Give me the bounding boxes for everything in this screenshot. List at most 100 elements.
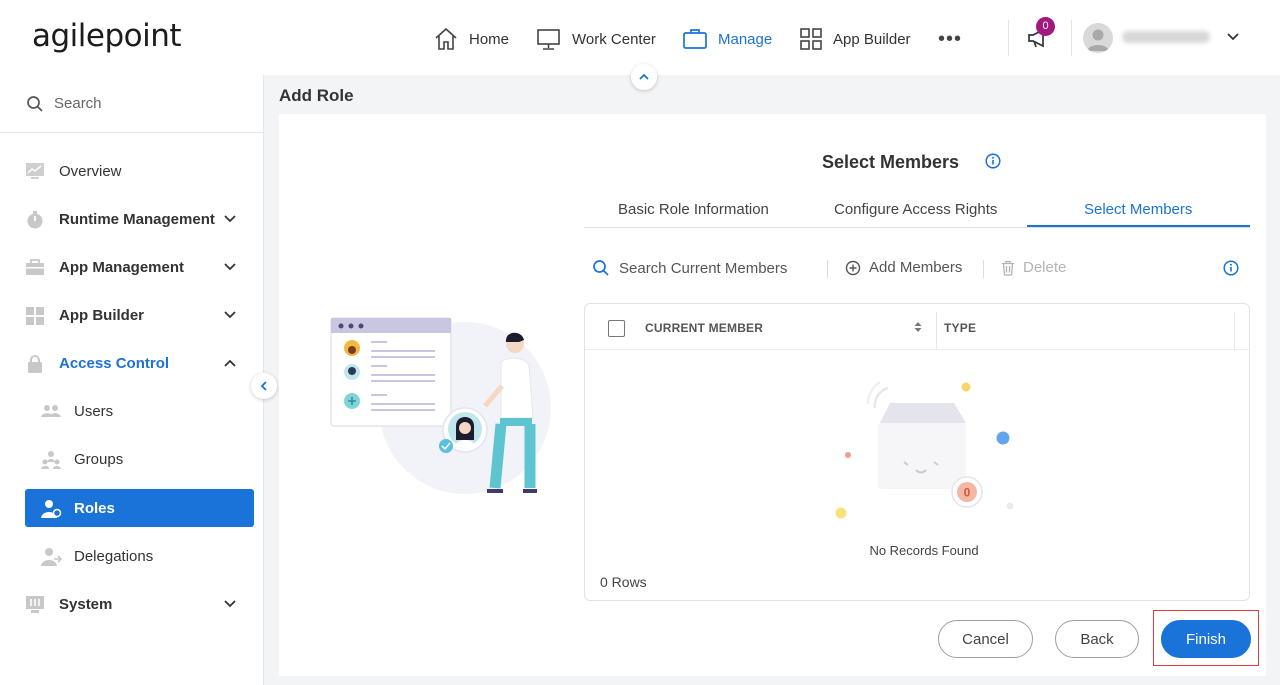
sidebar-item-users[interactable]: Users: [0, 392, 263, 430]
sidebar-item-label: System: [59, 596, 113, 613]
nav-app-builder-label: App Builder: [833, 30, 911, 48]
column-header-current-member[interactable]: CURRENT MEMBER: [645, 321, 763, 335]
grid-header: CURRENT MEMBER TYPE: [585, 304, 1249, 350]
sidebar-item-label: Runtime Management: [59, 211, 215, 228]
members-illustration: [330, 317, 551, 494]
plus-circle-icon: [845, 260, 861, 275]
lock-icon: [28, 355, 42, 373]
column-divider: [1234, 312, 1235, 349]
info-icon[interactable]: [1223, 260, 1239, 276]
active-tab-indicator: [1027, 225, 1250, 227]
tab-configure-access-rights[interactable]: Configure Access Rights: [834, 201, 997, 218]
tab-select-members[interactable]: Select Members: [1084, 201, 1192, 218]
members-grid: CURRENT MEMBER TYPE 0 No Records Found 0…: [584, 303, 1250, 601]
sidebar-item-label: App Management: [59, 259, 185, 276]
collapse-sidebar-button[interactable]: [251, 373, 277, 399]
sidebar-item-access-control[interactable]: Access Control: [0, 344, 263, 382]
column-divider: [936, 312, 937, 349]
monitor-icon: [537, 29, 560, 50]
chevron-left-icon: [260, 381, 267, 391]
sidebar: Search Overview Runtime Management App M…: [0, 75, 264, 685]
sidebar-search[interactable]: Search: [0, 75, 263, 133]
chevron-down-icon[interactable]: [1226, 30, 1240, 44]
delete-button[interactable]: Delete: [1001, 259, 1066, 276]
no-records-message: No Records Found: [869, 543, 979, 558]
stopwatch-icon: [27, 211, 43, 229]
grid-icon: [26, 307, 44, 325]
column-header-type[interactable]: TYPE: [944, 321, 976, 335]
sidebar-item-runtime-management[interactable]: Runtime Management: [0, 200, 263, 238]
user-name-blurred[interactable]: [1122, 31, 1210, 43]
sidebar-item-groups[interactable]: Groups: [0, 440, 263, 478]
nav-manage[interactable]: Manage: [682, 26, 772, 52]
notification-badge: 0: [1036, 17, 1055, 36]
step-title: Select Members: [822, 152, 960, 172]
groups-icon: [41, 451, 61, 469]
tab-basic-role-information[interactable]: Basic Role Information: [618, 201, 769, 218]
sort-icon[interactable]: [913, 321, 923, 333]
sidebar-item-roles[interactable]: Roles: [25, 489, 254, 527]
sidebar-item-system[interactable]: System: [0, 585, 263, 623]
wizard-tabs: Basic Role Information Configure Access …: [584, 198, 1250, 228]
chart-icon: [26, 163, 44, 179]
user-avatar-icon: [1087, 29, 1109, 51]
agilepoint-logo[interactable]: agilepoint: [32, 18, 182, 54]
users-icon: [41, 405, 61, 417]
search-icon: [593, 260, 609, 276]
chevron-down-icon: [224, 600, 236, 608]
nav-work-center-label: Work Center: [572, 30, 656, 48]
empty-count-label: 0: [964, 486, 971, 500]
search-members-placeholder: Search Current Members: [619, 259, 788, 277]
nav-manage-label: Manage: [718, 30, 773, 48]
select-all-checkbox[interactable]: [608, 320, 625, 337]
collapse-header-button[interactable]: [631, 64, 657, 90]
search-members-input[interactable]: Search Current Members: [592, 259, 787, 277]
chevron-down-icon: [224, 215, 236, 223]
home-icon: [435, 27, 457, 50]
sidebar-item-label: Users: [74, 403, 114, 420]
search-icon: [27, 95, 43, 112]
sidebar-item-label: Access Control: [59, 355, 170, 372]
add-members-label: Add Members: [869, 259, 963, 276]
chevron-down-icon: [224, 263, 236, 271]
sidebar-item-label: Groups: [74, 451, 124, 468]
sidebar-item-label: Delegations: [74, 548, 154, 565]
sidebar-item-app-management[interactable]: App Management: [0, 248, 263, 286]
sidebar-item-label: Roles: [74, 500, 115, 517]
grid-icon: [800, 28, 822, 50]
nav-app-builder[interactable]: App Builder: [799, 26, 911, 52]
sidebar-item-label: Overview: [59, 163, 122, 180]
delegation-icon: [41, 548, 62, 566]
avatar[interactable]: [1083, 23, 1113, 53]
finish-button[interactable]: Finish: [1161, 620, 1251, 658]
nav-home-label: Home: [469, 30, 510, 48]
info-icon[interactable]: [985, 153, 1001, 169]
header-divider: [1008, 20, 1009, 56]
toolbox-icon: [26, 259, 44, 275]
role-icon: [41, 500, 62, 518]
nav-home[interactable]: Home: [433, 26, 509, 52]
add-members-button[interactable]: Add Members: [845, 259, 962, 276]
cancel-button[interactable]: Cancel: [938, 620, 1033, 658]
toolbar-divider: [983, 260, 984, 278]
header-divider: [1071, 20, 1072, 56]
chevron-up-icon: [639, 73, 649, 80]
toolbar-divider: [827, 260, 828, 278]
delete-label: Delete: [1023, 259, 1067, 276]
trash-icon: [1002, 260, 1014, 276]
system-icon: [26, 596, 44, 613]
sidebar-item-overview[interactable]: Overview: [0, 152, 263, 190]
rows-count: 0 Rows: [600, 574, 647, 590]
nav-work-center[interactable]: Work Center: [536, 26, 656, 52]
briefcase-icon: [683, 29, 707, 49]
chevron-down-icon: [224, 311, 236, 319]
empty-box-illustration: 0: [835, 380, 1014, 519]
sidebar-search-placeholder: Search: [54, 95, 102, 112]
page-title: Add Role: [279, 86, 354, 105]
sidebar-item-app-builder[interactable]: App Builder: [0, 296, 263, 334]
sidebar-item-delegations[interactable]: Delegations: [0, 537, 263, 575]
back-button[interactable]: Back: [1055, 620, 1139, 658]
chevron-up-icon: [224, 359, 236, 367]
sidebar-item-label: App Builder: [59, 307, 144, 324]
more-menu-icon[interactable]: •••: [938, 28, 962, 51]
